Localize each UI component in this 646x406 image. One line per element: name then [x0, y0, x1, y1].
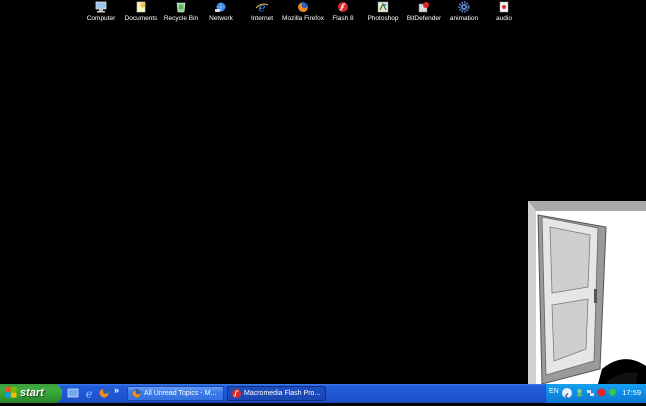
language-indicator[interactable]: EN	[549, 388, 559, 395]
taskbar-button-firefox[interactable]: All Unread Topics - M...	[127, 386, 224, 401]
show-desktop-icon[interactable]	[67, 387, 79, 399]
flash-icon	[231, 388, 242, 399]
task-label: All Unread Topics - M...	[144, 390, 217, 397]
desktop-icon-label: audio	[496, 15, 512, 22]
system-tray: EN 17:59	[545, 384, 646, 403]
firefox-icon	[298, 2, 308, 12]
desktop-icon-flash-8[interactable]: Flash 8	[321, 1, 365, 23]
desktop-icon-label: animation	[449, 15, 479, 22]
desktop-icon-computer[interactable]: Computer	[79, 1, 123, 23]
task-label: Macromedia Flash Pro...	[244, 390, 321, 397]
desktop-icon-label: Network	[209, 15, 233, 22]
desktop-icon-documents[interactable]: Documents	[119, 1, 163, 23]
bitdefender-icon	[418, 2, 429, 13]
desktop-icon-animation[interactable]: animation	[442, 1, 486, 23]
documents-icon	[136, 1, 146, 13]
network-connection-icon[interactable]	[586, 388, 595, 397]
gear-icon	[458, 1, 470, 13]
internet-explorer-icon[interactable]: e	[83, 387, 95, 400]
taskbar-button-flash[interactable]: Macromedia Flash Pro...	[227, 386, 326, 401]
audio-file-icon	[499, 1, 509, 13]
desktop-icon-mozilla-firefox[interactable]: Mozilla Firefox	[281, 1, 325, 23]
svg-text:e: e	[86, 388, 93, 400]
open-door-wallpaper	[528, 201, 646, 384]
desktop-icon-audio[interactable]: audio	[482, 1, 526, 23]
desktop-icon-label: Recycle Bin	[163, 15, 199, 22]
photoshop-icon	[377, 1, 389, 13]
bitdefender-icon[interactable]	[597, 388, 606, 397]
clock[interactable]: 17:59	[622, 388, 641, 397]
desktop-icon-label: Internet	[250, 15, 274, 22]
firefox-icon	[131, 388, 142, 399]
internet-explorer-icon: e	[255, 1, 269, 13]
quick-launch-more-button[interactable]: »	[114, 385, 119, 395]
desktop-icon-label: Documents	[124, 15, 158, 22]
security-shield-icon[interactable]	[608, 388, 617, 397]
desktop-icon-label: Computer	[86, 15, 116, 22]
start-button[interactable]: start	[0, 384, 62, 403]
start-label: start	[20, 387, 44, 399]
firefox-icon[interactable]	[98, 387, 110, 399]
desktop-icon-row: Computer Documents Recycle Bin Network e…	[0, 0, 646, 28]
windows-logo-icon	[5, 386, 17, 398]
desktop-icon-bitdefender[interactable]: BitDefender	[402, 1, 446, 23]
desktop-icon-label: BitDefender	[406, 15, 442, 22]
desktop-icon-label: Flash 8	[332, 15, 354, 22]
computer-icon	[95, 1, 107, 13]
flash-icon	[338, 2, 348, 12]
network-icon	[215, 2, 226, 12]
desktop-icon-network[interactable]: Network	[199, 1, 243, 23]
desktop-icon-recycle-bin[interactable]: Recycle Bin	[159, 1, 203, 23]
svg-text:e: e	[258, 1, 265, 13]
show-hidden-icons-button[interactable]	[562, 388, 572, 399]
desktop-icon-label: Mozilla Firefox	[282, 15, 324, 22]
taskbar: start e » All Unread Topics - M... Macro…	[0, 384, 646, 403]
desktop-icon-internet[interactable]: e Internet	[240, 1, 284, 23]
desktop-icon-photoshop[interactable]: Photoshop	[361, 1, 405, 23]
recycle-bin-icon	[176, 2, 186, 13]
desktop-icon-label: Photoshop	[367, 15, 399, 22]
messenger-icon[interactable]	[575, 388, 584, 397]
desktop[interactable]: Computer Documents Recycle Bin Network e…	[0, 0, 646, 384]
chevron-left-icon	[564, 393, 569, 399]
